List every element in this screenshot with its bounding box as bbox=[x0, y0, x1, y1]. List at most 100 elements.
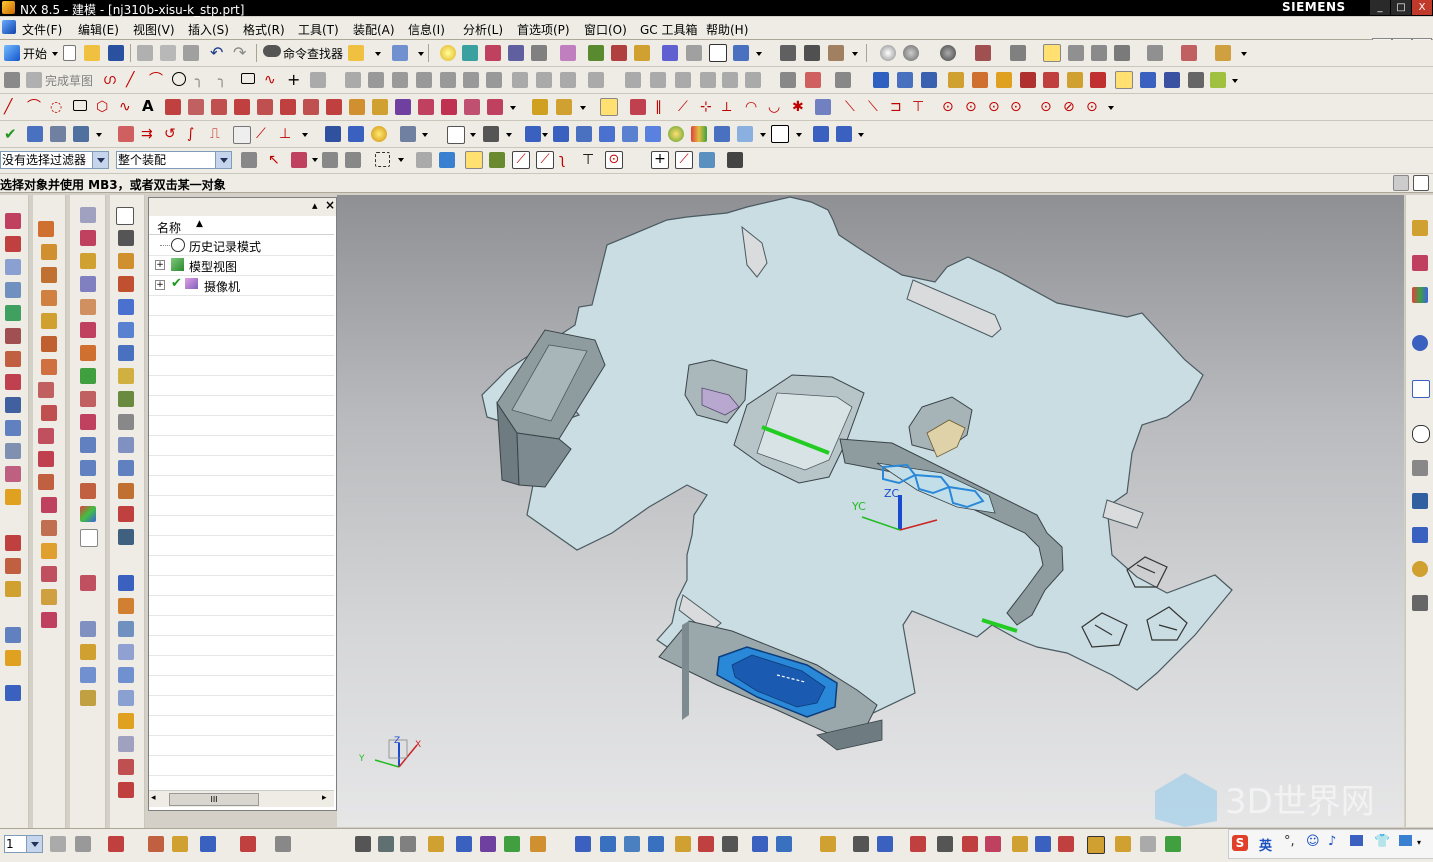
extract-curve-icon[interactable] bbox=[349, 99, 365, 115]
text-tool-icon[interactable]: A bbox=[142, 98, 158, 114]
offset-face-icon[interactable] bbox=[5, 305, 21, 321]
edit-object-icon[interactable] bbox=[400, 126, 416, 142]
part-nav-icon[interactable] bbox=[1115, 71, 1133, 89]
project-curve-icon[interactable] bbox=[257, 99, 273, 115]
database-icon[interactable] bbox=[921, 72, 937, 88]
balloon-icon[interactable] bbox=[1035, 836, 1051, 852]
pmi-icon[interactable] bbox=[820, 836, 836, 852]
sketch-pattern-icon[interactable] bbox=[355, 836, 371, 852]
menu-information[interactable]: 信息(I) bbox=[408, 21, 445, 38]
component-icon[interactable] bbox=[1164, 72, 1180, 88]
orient-icon[interactable] bbox=[483, 126, 499, 142]
replace-face-icon[interactable] bbox=[5, 581, 21, 597]
groove-icon[interactable] bbox=[38, 428, 54, 444]
sphere-shaded-icon[interactable] bbox=[903, 45, 919, 61]
perpendicular-icon[interactable] bbox=[675, 72, 691, 88]
explode-icon[interactable] bbox=[675, 836, 691, 852]
line-icon[interactable]: ╱ bbox=[126, 72, 142, 88]
new-file-icon[interactable] bbox=[63, 45, 76, 61]
type-filter-select[interactable]: 没有选择过滤器 bbox=[0, 151, 109, 169]
constraint-icon[interactable] bbox=[536, 72, 552, 88]
color-feature-icon[interactable] bbox=[80, 506, 96, 522]
background-icon[interactable] bbox=[1010, 45, 1026, 61]
edit-curve-icon[interactable] bbox=[532, 99, 548, 115]
tree-row-history[interactable]: 历史记录模式 bbox=[149, 236, 334, 256]
constraint-navigator-icon[interactable] bbox=[1412, 255, 1428, 271]
dropdown-icon[interactable] bbox=[418, 52, 424, 56]
snap-on-surface-icon[interactable] bbox=[699, 152, 715, 168]
profile-icon[interactable]: ഗ bbox=[103, 72, 119, 88]
dropdown-icon[interactable] bbox=[852, 52, 858, 56]
menu-file[interactable]: 文件(F) bbox=[22, 21, 62, 38]
ime-skin-icon[interactable]: 👕 bbox=[1374, 834, 1390, 849]
cone-icon[interactable] bbox=[41, 267, 57, 283]
minimize-button[interactable]: _ bbox=[1370, 0, 1390, 15]
manufacturing-wizard-icon[interactable] bbox=[1412, 527, 1428, 543]
layer-select[interactable]: 1 bbox=[4, 835, 43, 853]
stamp-icon[interactable] bbox=[118, 529, 134, 545]
trim-icon[interactable] bbox=[463, 72, 479, 88]
snap-intersect-icon[interactable]: ʅ bbox=[559, 152, 575, 168]
wcs-origin-icon[interactable] bbox=[108, 836, 124, 852]
menu-gc-toolkit[interactable]: GC 工具箱 bbox=[640, 21, 698, 38]
surface-finish-icon[interactable] bbox=[937, 836, 953, 852]
studio-icon[interactable] bbox=[508, 45, 524, 61]
gem-icon[interactable] bbox=[118, 667, 134, 683]
weld-icon[interactable] bbox=[962, 836, 978, 852]
color-swatch-icon[interactable] bbox=[771, 125, 789, 143]
sphere-dark-icon[interactable] bbox=[940, 45, 956, 61]
ime-toolbox-icon[interactable] bbox=[1399, 835, 1412, 846]
menu-tools[interactable]: 工具(T) bbox=[298, 21, 339, 38]
add-component-icon[interactable] bbox=[600, 836, 616, 852]
point-icon[interactable]: + bbox=[287, 72, 303, 88]
tiff-icon[interactable] bbox=[560, 45, 576, 61]
cube-view-icon[interactable] bbox=[709, 44, 727, 62]
expand-icon[interactable]: + bbox=[155, 280, 165, 290]
sphere-icon[interactable] bbox=[41, 290, 57, 306]
menu-preferences[interactable]: 首选项(P) bbox=[517, 21, 570, 38]
part-list-icon[interactable] bbox=[1090, 72, 1106, 88]
wrench-icon[interactable] bbox=[118, 759, 134, 775]
transform-icon[interactable] bbox=[148, 836, 164, 852]
reuse-library-icon[interactable] bbox=[1412, 335, 1428, 351]
pattern-icon[interactable] bbox=[345, 72, 361, 88]
chevron-down-icon[interactable]: ▾ bbox=[1417, 838, 1421, 847]
start-dropdown-icon[interactable] bbox=[52, 52, 58, 56]
extrude-icon[interactable] bbox=[80, 322, 96, 338]
file-open-icon[interactable] bbox=[348, 45, 364, 61]
view-top-icon[interactable] bbox=[553, 126, 569, 142]
move-to-layer-icon[interactable] bbox=[348, 126, 364, 142]
fill-surface-icon[interactable] bbox=[80, 690, 96, 706]
pipe-icon[interactable] bbox=[118, 460, 134, 476]
image-icon[interactable] bbox=[531, 45, 547, 61]
lip-icon[interactable] bbox=[41, 543, 57, 559]
ruled-icon[interactable]: ⟋ bbox=[256, 126, 272, 142]
equal-icon[interactable] bbox=[745, 72, 761, 88]
dropdown-icon[interactable] bbox=[1241, 52, 1247, 56]
patch-icon[interactable] bbox=[5, 420, 21, 436]
note-icon[interactable] bbox=[1188, 72, 1204, 88]
ruler-icon[interactable] bbox=[275, 836, 291, 852]
menu-edit[interactable]: 编辑(E) bbox=[78, 21, 119, 38]
ime-emoji-icon[interactable]: ☺ bbox=[1306, 834, 1320, 849]
close-button[interactable]: X bbox=[1412, 0, 1432, 15]
swept-icon[interactable] bbox=[118, 437, 134, 453]
plate-icon[interactable] bbox=[118, 736, 134, 752]
dropdown-icon[interactable] bbox=[422, 133, 428, 137]
menu-view[interactable]: 视图(V) bbox=[133, 21, 175, 38]
gdt-icon[interactable] bbox=[877, 836, 893, 852]
slot-icon[interactable] bbox=[41, 405, 57, 421]
book-open-icon[interactable] bbox=[118, 253, 134, 269]
view-icon[interactable] bbox=[588, 45, 604, 61]
move-object-icon[interactable] bbox=[600, 98, 618, 116]
search-tool-icon[interactable] bbox=[1115, 836, 1131, 852]
finish-sketch-button[interactable]: 完成草图 bbox=[45, 72, 93, 89]
emboss-body-icon[interactable] bbox=[80, 575, 96, 591]
layout-icon[interactable] bbox=[1393, 175, 1409, 191]
wrap-icon[interactable] bbox=[395, 99, 411, 115]
datum-axis-icon[interactable] bbox=[80, 230, 96, 246]
blend-face-icon[interactable] bbox=[5, 351, 21, 367]
circle-3pt-icon[interactable]: ⊙ bbox=[988, 99, 1004, 115]
bridge-icon[interactable] bbox=[211, 99, 227, 115]
column-header[interactable]: 名称 ▲ bbox=[149, 218, 334, 235]
